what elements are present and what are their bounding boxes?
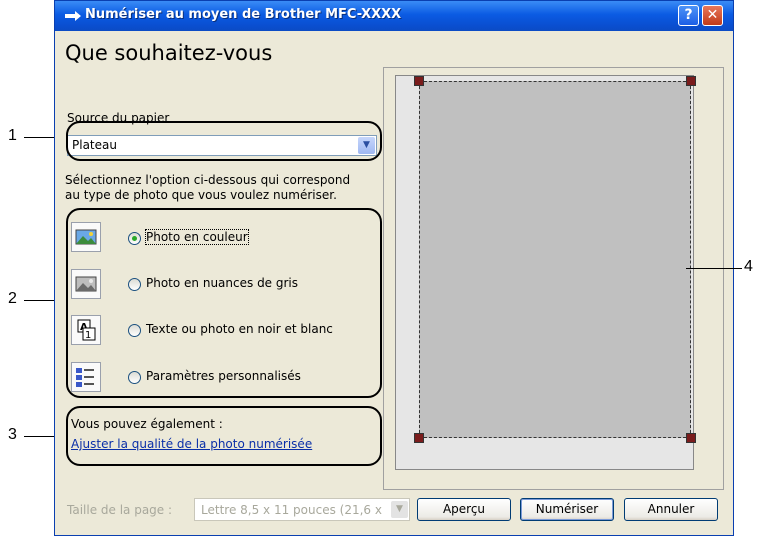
page-size-label: Taille de la page : — [67, 503, 173, 517]
resize-handle-bottom-right[interactable] — [686, 433, 696, 443]
window-title: Numériser au moyen de Brother MFC-XXXX — [85, 7, 402, 22]
instructions-line-1: Sélectionnez l'option ci-dessous qui cor… — [65, 173, 351, 187]
callout-box-2 — [66, 208, 382, 398]
cancel-button[interactable]: Annuler — [624, 498, 718, 521]
callout-number-2: 2 — [8, 290, 17, 307]
scan-area[interactable] — [419, 81, 691, 438]
page-heading: Que souhaitez-vous — [65, 41, 273, 65]
callout-line-4 — [686, 268, 742, 269]
scan-button[interactable]: Numériser — [520, 498, 614, 521]
resize-handle-top-left[interactable] — [414, 76, 424, 86]
title-bar: Numériser au moyen de Brother MFC-XXXX ?… — [55, 1, 733, 31]
resize-handle-top-right[interactable] — [686, 76, 696, 86]
page-size-value: Lettre 8,5 x 11 pouces (21,6 x — [201, 503, 382, 517]
callout-box-1 — [66, 121, 382, 161]
callout-number-4: 4 — [744, 258, 753, 275]
preview-button[interactable]: Aperçu — [417, 498, 511, 521]
instructions-line-2: au type de photo que vous voulez numéris… — [65, 188, 337, 202]
page-size-select[interactable]: Lettre 8,5 x 11 pouces (21,6 x ▼ — [194, 498, 410, 521]
callout-box-3 — [66, 406, 382, 466]
help-button[interactable]: ? — [678, 5, 699, 26]
close-button[interactable]: ✕ — [702, 5, 723, 26]
callout-number-3: 3 — [8, 426, 17, 443]
chevron-down-icon[interactable]: ▼ — [391, 501, 408, 518]
scanner-arrow-icon — [65, 11, 81, 21]
callout-number-1: 1 — [8, 127, 17, 144]
resize-handle-bottom-left[interactable] — [414, 433, 424, 443]
